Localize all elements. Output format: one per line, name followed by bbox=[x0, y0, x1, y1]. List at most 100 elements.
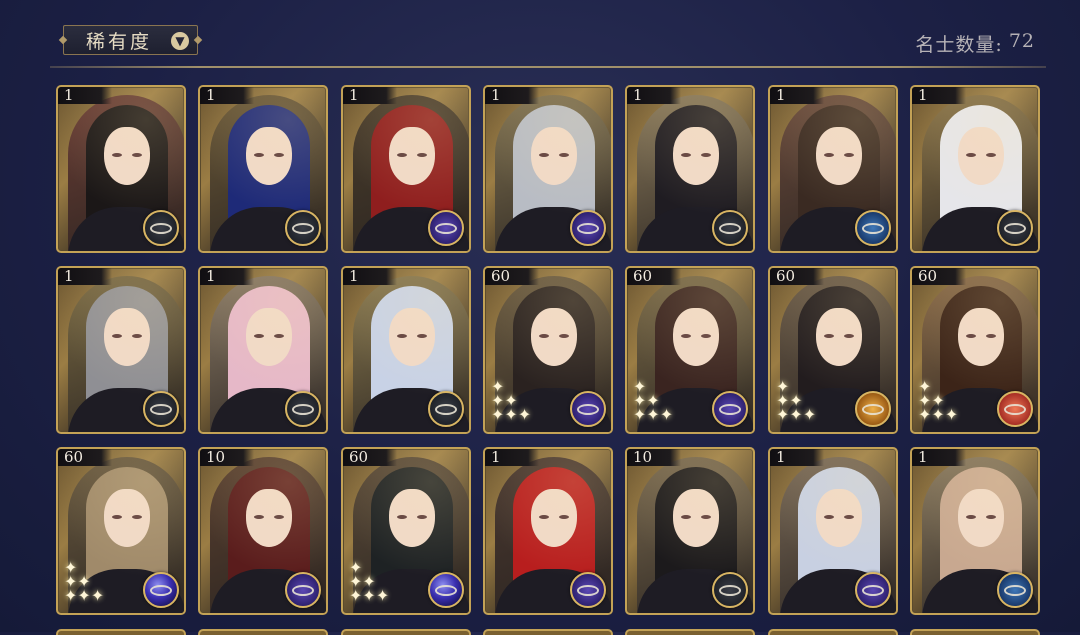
faction-badge-icon[interactable] bbox=[712, 210, 748, 246]
faction-badge-icon[interactable] bbox=[570, 210, 606, 246]
faction-emblem-icon bbox=[435, 222, 457, 234]
card-level: 60 bbox=[343, 449, 397, 466]
faction-badge-icon[interactable] bbox=[428, 210, 464, 246]
character-count-label: 名士数量: bbox=[915, 34, 1003, 56]
card-level: 1 bbox=[912, 449, 966, 466]
character-card[interactable]: ✦ ✦✦ ✦✦✦ 60 bbox=[483, 266, 613, 434]
faction-emblem-icon bbox=[150, 403, 172, 415]
faction-emblem-icon bbox=[150, 584, 172, 596]
sparkle-icon: ✦ ✦✦ ✦✦✦ bbox=[491, 377, 532, 424]
faction-emblem-icon bbox=[1004, 403, 1026, 415]
header-divider bbox=[50, 66, 1046, 68]
faction-emblem-icon bbox=[719, 403, 741, 415]
character-card[interactable]: 1 bbox=[483, 447, 613, 615]
character-card[interactable] bbox=[483, 629, 613, 635]
card-level: 1 bbox=[343, 268, 397, 285]
character-card[interactable]: 1 bbox=[56, 85, 186, 253]
card-level: 60 bbox=[58, 449, 112, 466]
rarity-sort-dropdown[interactable]: 稀有度 ▼ bbox=[63, 25, 198, 55]
card-level: 1 bbox=[200, 87, 254, 104]
character-card[interactable]: ✦ ✦✦ ✦✦✦ 60 bbox=[768, 266, 898, 434]
card-level: 60 bbox=[770, 268, 824, 285]
character-card[interactable]: 1 bbox=[198, 85, 328, 253]
faction-emblem-icon bbox=[577, 584, 599, 596]
character-card[interactable]: 1 bbox=[768, 447, 898, 615]
faction-emblem-icon bbox=[150, 222, 172, 234]
card-level: 1 bbox=[485, 87, 539, 104]
faction-badge-icon[interactable] bbox=[428, 391, 464, 427]
faction-emblem-icon bbox=[435, 403, 457, 415]
faction-badge-icon[interactable] bbox=[143, 391, 179, 427]
character-card[interactable]: 10 bbox=[198, 447, 328, 615]
faction-badge-icon[interactable] bbox=[285, 572, 321, 608]
character-grid: 1 1 1 1 1 1 1 1 1 1 ✦ ✦✦ ✦✦✦ 60 ✦ ✦✦ ✦✦✦ 60 ✦ ✦✦ ✦✦✦ 60 ✦ ✦✦ ✦✦✦… bbox=[56, 85, 1040, 635]
character-card[interactable] bbox=[56, 629, 186, 635]
faction-emblem-icon bbox=[719, 584, 741, 596]
faction-emblem-icon bbox=[292, 584, 314, 596]
faction-badge-icon[interactable] bbox=[570, 572, 606, 608]
sparkle-icon: ✦ ✦✦ ✦✦✦ bbox=[349, 558, 390, 605]
faction-badge-icon[interactable] bbox=[855, 210, 891, 246]
rarity-sort-label: 稀有度 bbox=[86, 30, 153, 53]
faction-badge-icon[interactable] bbox=[997, 210, 1033, 246]
faction-badge-icon[interactable] bbox=[997, 391, 1033, 427]
character-card[interactable]: ✦ ✦✦ ✦✦✦ 60 bbox=[910, 266, 1040, 434]
top-bar: 稀有度 ▼ 名士数量: 72 bbox=[0, 0, 1080, 80]
character-card[interactable] bbox=[198, 629, 328, 635]
card-level: 1 bbox=[200, 268, 254, 285]
card-level: 1 bbox=[343, 87, 397, 104]
card-level: 1 bbox=[627, 87, 681, 104]
card-level: 1 bbox=[770, 449, 824, 466]
character-card[interactable]: ✦ ✦✦ ✦✦✦ 60 bbox=[341, 447, 471, 615]
faction-badge-icon[interactable] bbox=[143, 210, 179, 246]
faction-emblem-icon bbox=[862, 584, 884, 596]
faction-badge-icon[interactable] bbox=[855, 391, 891, 427]
card-level: 60 bbox=[912, 268, 966, 285]
card-level: 60 bbox=[485, 268, 539, 285]
character-card[interactable]: 1 bbox=[625, 85, 755, 253]
character-card[interactable]: 1 bbox=[341, 266, 471, 434]
faction-badge-icon[interactable] bbox=[285, 391, 321, 427]
character-card[interactable]: ✦ ✦✦ ✦✦✦ 60 bbox=[56, 447, 186, 615]
faction-badge-icon[interactable] bbox=[428, 572, 464, 608]
character-card[interactable]: ✦ ✦✦ ✦✦✦ 60 bbox=[625, 266, 755, 434]
faction-emblem-icon bbox=[577, 403, 599, 415]
character-card[interactable]: 10 bbox=[625, 447, 755, 615]
card-level: 1 bbox=[485, 449, 539, 466]
faction-badge-icon[interactable] bbox=[143, 572, 179, 608]
character-card[interactable] bbox=[341, 629, 471, 635]
card-level: 1 bbox=[58, 87, 112, 104]
chevron-down-icon: ▼ bbox=[171, 32, 189, 50]
faction-badge-icon[interactable] bbox=[712, 572, 748, 608]
character-card[interactable]: 1 bbox=[198, 266, 328, 434]
faction-emblem-icon bbox=[1004, 222, 1026, 234]
faction-badge-icon[interactable] bbox=[855, 572, 891, 608]
character-card[interactable] bbox=[625, 629, 755, 635]
card-level: 1 bbox=[912, 87, 966, 104]
character-card[interactable] bbox=[768, 629, 898, 635]
faction-emblem-icon bbox=[577, 222, 599, 234]
character-card[interactable] bbox=[910, 629, 1040, 635]
card-level: 1 bbox=[770, 87, 824, 104]
faction-emblem-icon bbox=[862, 222, 884, 234]
character-card[interactable]: 1 bbox=[483, 85, 613, 253]
character-card[interactable]: 1 bbox=[341, 85, 471, 253]
character-card[interactable]: 1 bbox=[768, 85, 898, 253]
sparkle-icon: ✦ ✦✦ ✦✦✦ bbox=[776, 377, 817, 424]
card-level: 1 bbox=[58, 268, 112, 285]
faction-badge-icon[interactable] bbox=[997, 572, 1033, 608]
card-level: 10 bbox=[200, 449, 254, 466]
sparkle-icon: ✦ ✦✦ ✦✦✦ bbox=[64, 558, 105, 605]
character-card[interactable]: 1 bbox=[910, 447, 1040, 615]
character-count: 名士数量: 72 bbox=[915, 30, 1035, 57]
faction-emblem-icon bbox=[435, 584, 457, 596]
sparkle-icon: ✦ ✦✦ ✦✦✦ bbox=[918, 377, 959, 424]
faction-emblem-icon bbox=[719, 222, 741, 234]
faction-badge-icon[interactable] bbox=[570, 391, 606, 427]
faction-badge-icon[interactable] bbox=[712, 391, 748, 427]
card-level: 10 bbox=[627, 449, 681, 466]
faction-emblem-icon bbox=[292, 403, 314, 415]
faction-badge-icon[interactable] bbox=[285, 210, 321, 246]
character-card[interactable]: 1 bbox=[910, 85, 1040, 253]
character-card[interactable]: 1 bbox=[56, 266, 186, 434]
